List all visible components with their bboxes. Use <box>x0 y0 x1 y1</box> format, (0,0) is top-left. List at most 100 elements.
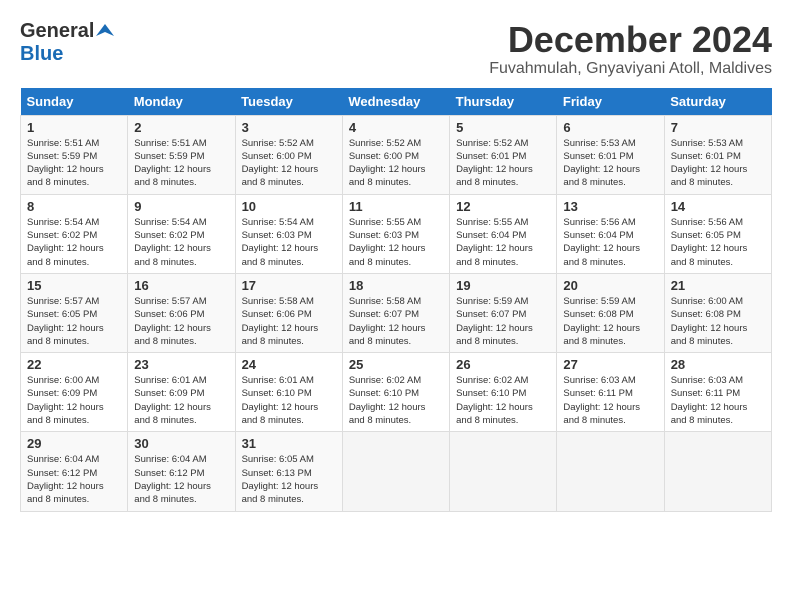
day-info: Sunrise: 6:03 AMSunset: 6:11 PMDaylight:… <box>671 374 765 427</box>
day-number: 6 <box>563 120 657 135</box>
column-header-tuesday: Tuesday <box>235 88 342 116</box>
day-number: 15 <box>27 278 121 293</box>
day-info: Sunrise: 6:01 AMSunset: 6:09 PMDaylight:… <box>134 374 228 427</box>
day-info: Sunrise: 6:01 AMSunset: 6:10 PMDaylight:… <box>242 374 336 427</box>
day-number: 22 <box>27 357 121 372</box>
day-info: Sunrise: 5:57 AMSunset: 6:05 PMDaylight:… <box>27 295 121 348</box>
day-number: 7 <box>671 120 765 135</box>
calendar-cell <box>557 432 664 511</box>
calendar-cell <box>664 432 771 511</box>
day-info: Sunrise: 5:59 AMSunset: 6:07 PMDaylight:… <box>456 295 550 348</box>
day-info: Sunrise: 6:00 AMSunset: 6:08 PMDaylight:… <box>671 295 765 348</box>
day-number: 5 <box>456 120 550 135</box>
day-number: 13 <box>563 199 657 214</box>
column-header-friday: Friday <box>557 88 664 116</box>
calendar-cell: 2Sunrise: 5:51 AMSunset: 5:59 PMDaylight… <box>128 115 235 194</box>
calendar-cell: 10 Sunrise: 5:54 AMSunset: 6:03 PMDayligh… <box>235 194 342 273</box>
page-header: General Blue December 2024 Fuvahmulah, G… <box>20 20 772 78</box>
column-header-wednesday: Wednesday <box>342 88 449 116</box>
calendar-cell: 1Sunrise: 5:51 AMSunset: 5:59 PMDaylight… <box>21 115 128 194</box>
calendar-week-row: 1 Sunrise: 5:51 AMSunset: 5:59 PMDaylight… <box>21 115 772 194</box>
day-number: 1 <box>27 120 121 135</box>
column-header-sunday: Sunday <box>21 88 128 116</box>
day-info: Sunrise: 5:53 AMSunset: 6:01 PMDaylight:… <box>563 137 657 190</box>
day-info: Sunrise: 5:59 AMSunset: 6:08 PMDaylight:… <box>563 295 657 348</box>
day-number: 16 <box>134 278 228 293</box>
calendar-cell: 26 Sunrise: 6:02 AMSunset: 6:10 PMDayligh… <box>450 353 557 432</box>
day-info: Sunrise: 5:58 AMSunset: 6:06 PMDaylight:… <box>242 295 336 348</box>
day-info: Sunrise: 5:54 AMSunset: 6:02 PMDaylight:… <box>27 216 121 269</box>
day-number: 20 <box>563 278 657 293</box>
calendar-cell: 27 Sunrise: 6:03 AMSunset: 6:11 PMDayligh… <box>557 353 664 432</box>
day-number: 12 <box>456 199 550 214</box>
calendar-cell: 19 Sunrise: 5:59 AMSunset: 6:07 PMDayligh… <box>450 273 557 352</box>
day-info: Sunrise: 5:52 AMSunset: 6:00 PMDaylight:… <box>242 137 336 190</box>
calendar-header-row: SundayMondayTuesdayWednesdayThursdayFrid… <box>21 88 772 116</box>
calendar-cell: 17 Sunrise: 5:58 AMSunset: 6:06 PMDayligh… <box>235 273 342 352</box>
day-number: 21 <box>671 278 765 293</box>
day-info: Sunrise: 6:03 AMSunset: 6:11 PMDaylight:… <box>563 374 657 427</box>
month-title: December 2024 <box>489 20 772 60</box>
day-number: 14 <box>671 199 765 214</box>
calendar-cell: 28Sunrise: 6:03 AMSunset: 6:11 PMDayligh… <box>664 353 771 432</box>
calendar-cell: 15 Sunrise: 5:57 AMSunset: 6:05 PMDayligh… <box>21 273 128 352</box>
logo-general-text: General <box>20 20 94 43</box>
day-number: 18 <box>349 278 443 293</box>
day-number: 3 <box>242 120 336 135</box>
calendar-cell: 20 Sunrise: 5:59 AMSunset: 6:08 PMDayligh… <box>557 273 664 352</box>
logo-bird-icon <box>96 22 114 40</box>
column-header-saturday: Saturday <box>664 88 771 116</box>
day-info: Sunrise: 5:51 AMSunset: 5:59 PMDaylight:… <box>134 137 228 190</box>
column-header-thursday: Thursday <box>450 88 557 116</box>
calendar-cell: 5 Sunrise: 5:52 AMSunset: 6:01 PMDaylight… <box>450 115 557 194</box>
calendar-cell: 8 Sunrise: 5:54 AMSunset: 6:02 PMDaylight… <box>21 194 128 273</box>
calendar-cell: 22Sunrise: 6:00 AMSunset: 6:09 PMDayligh… <box>21 353 128 432</box>
day-info: Sunrise: 6:04 AMSunset: 6:12 PMDaylight:… <box>134 453 228 506</box>
day-info: Sunrise: 5:55 AMSunset: 6:04 PMDaylight:… <box>456 216 550 269</box>
calendar-cell: 21 Sunrise: 6:00 AMSunset: 6:08 PMDayligh… <box>664 273 771 352</box>
calendar-cell: 12 Sunrise: 5:55 AMSunset: 6:04 PMDayligh… <box>450 194 557 273</box>
calendar-week-row: 29 Sunrise: 6:04 AMSunset: 6:12 PMDayligh… <box>21 432 772 511</box>
day-number: 8 <box>27 199 121 214</box>
calendar-cell: 25Sunrise: 6:02 AMSunset: 6:10 PMDayligh… <box>342 353 449 432</box>
logo: General Blue <box>20 20 114 66</box>
calendar-cell: 11Sunrise: 5:55 AMSunset: 6:03 PMDayligh… <box>342 194 449 273</box>
day-number: 24 <box>242 357 336 372</box>
logo-blue-text: Blue <box>20 43 63 65</box>
calendar-cell: 3 Sunrise: 5:52 AMSunset: 6:00 PMDaylight… <box>235 115 342 194</box>
calendar-cell: 23 Sunrise: 6:01 AMSunset: 6:09 PMDayligh… <box>128 353 235 432</box>
calendar-cell: 14 Sunrise: 5:56 AMSunset: 6:05 PMDayligh… <box>664 194 771 273</box>
day-info: Sunrise: 5:56 AMSunset: 6:05 PMDaylight:… <box>671 216 765 269</box>
day-number: 27 <box>563 357 657 372</box>
calendar-cell: 13 Sunrise: 5:56 AMSunset: 6:04 PMDayligh… <box>557 194 664 273</box>
location-title: Fuvahmulah, Gnyaviyani Atoll, Maldives <box>489 60 772 78</box>
day-number: 4 <box>349 120 443 135</box>
calendar-week-row: 15 Sunrise: 5:57 AMSunset: 6:05 PMDayligh… <box>21 273 772 352</box>
day-info: Sunrise: 6:04 AMSunset: 6:12 PMDaylight:… <box>27 453 121 506</box>
day-number: 19 <box>456 278 550 293</box>
calendar-cell: 16Sunrise: 5:57 AMSunset: 6:06 PMDayligh… <box>128 273 235 352</box>
day-info: Sunrise: 5:58 AMSunset: 6:07 PMDaylight:… <box>349 295 443 348</box>
day-info: Sunrise: 5:56 AMSunset: 6:04 PMDaylight:… <box>563 216 657 269</box>
day-info: Sunrise: 5:53 AMSunset: 6:01 PMDaylight:… <box>671 137 765 190</box>
day-info: Sunrise: 5:52 AMSunset: 6:01 PMDaylight:… <box>456 137 550 190</box>
column-header-monday: Monday <box>128 88 235 116</box>
calendar-cell: 6 Sunrise: 5:53 AMSunset: 6:01 PMDaylight… <box>557 115 664 194</box>
calendar-cell: 9 Sunrise: 5:54 AMSunset: 6:02 PMDaylight… <box>128 194 235 273</box>
day-info: Sunrise: 5:54 AMSunset: 6:02 PMDaylight:… <box>134 216 228 269</box>
day-number: 17 <box>242 278 336 293</box>
calendar-cell <box>342 432 449 511</box>
calendar-cell: 4Sunrise: 5:52 AMSunset: 6:00 PMDaylight… <box>342 115 449 194</box>
day-info: Sunrise: 6:05 AMSunset: 6:13 PMDaylight:… <box>242 453 336 506</box>
day-info: Sunrise: 6:02 AMSunset: 6:10 PMDaylight:… <box>456 374 550 427</box>
day-number: 29 <box>27 436 121 451</box>
title-block: December 2024 Fuvahmulah, Gnyaviyani Ato… <box>489 20 772 78</box>
calendar-cell: 29 Sunrise: 6:04 AMSunset: 6:12 PMDayligh… <box>21 432 128 511</box>
calendar-cell: 18 Sunrise: 5:58 AMSunset: 6:07 PMDayligh… <box>342 273 449 352</box>
day-info: Sunrise: 6:02 AMSunset: 6:10 PMDaylight:… <box>349 374 443 427</box>
day-number: 26 <box>456 357 550 372</box>
day-number: 10 <box>242 199 336 214</box>
day-number: 23 <box>134 357 228 372</box>
day-number: 9 <box>134 199 228 214</box>
day-info: Sunrise: 5:54 AMSunset: 6:03 PMDaylight:… <box>242 216 336 269</box>
